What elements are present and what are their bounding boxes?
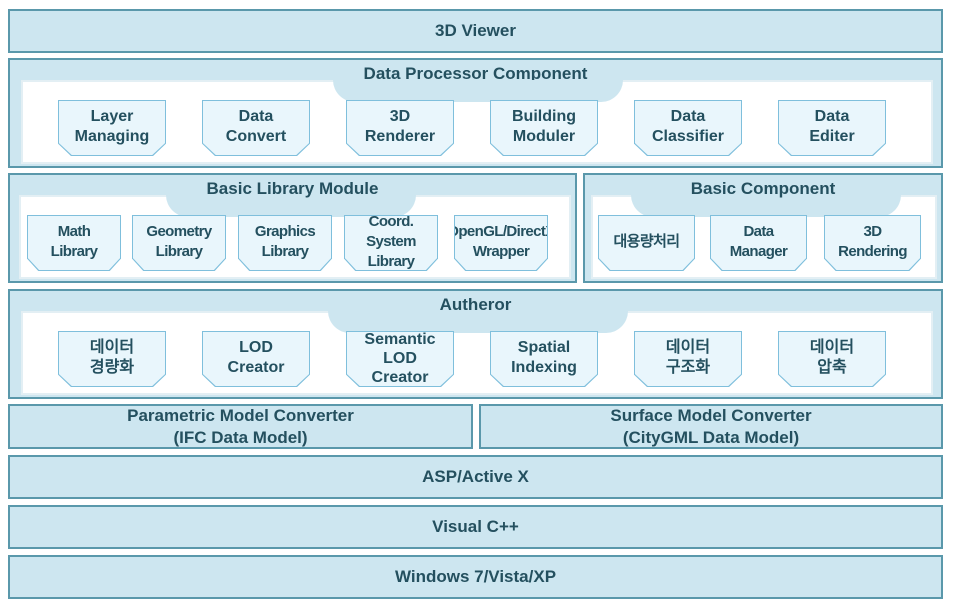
surface-model-converter: Surface Model Converter (CityGML Data Mo…	[479, 404, 943, 449]
component-label: LOD Creator	[203, 332, 309, 386]
data-processor-component: Data Processor Component Layer Managing …	[8, 58, 943, 168]
library-box: OpenGL/DirectX Wrapper	[454, 215, 548, 271]
component-label: Building Moduler	[491, 101, 597, 155]
group-title: Autheror	[439, 295, 512, 314]
component-label: Graphics Library	[239, 216, 331, 270]
component-box: Data Manager	[710, 215, 807, 271]
component-label: Data Editer	[779, 101, 885, 155]
title-tab	[333, 80, 623, 102]
component-label: 데이터 구조화	[635, 332, 741, 386]
library-box: Math Library	[27, 215, 121, 271]
library-box: Coord. System Library	[344, 215, 438, 271]
component-box: 데이터 압축	[778, 331, 886, 387]
component-label: 데이터 경량화	[59, 332, 165, 386]
layer-label: ASP/Active X	[422, 467, 529, 486]
component-label: 대용량처리	[599, 216, 694, 270]
layer-windows: Windows 7/Vista/XP	[8, 555, 943, 599]
component-label: Semantic LOD Creator	[347, 332, 453, 386]
layer-label: Parametric Model Converter	[127, 405, 354, 425]
component-label: OpenGL/DirectX Wrapper	[455, 216, 547, 270]
component-box: 3D Renderer	[346, 100, 454, 156]
basic-library-module: Basic Library Module Math Library Geomet…	[8, 173, 577, 283]
component-label: Coord. System Library	[345, 216, 437, 270]
library-box: Graphics Library	[238, 215, 332, 271]
component-box: Data Classifier	[634, 100, 742, 156]
component-box: 대용량처리	[598, 215, 695, 271]
component-box: 3D Rendering	[824, 215, 921, 271]
component-box: LOD Creator	[202, 331, 310, 387]
component-box: Building Moduler	[490, 100, 598, 156]
basic-component: Basic Component 대용량처리 Data Manager 3D Re…	[583, 173, 943, 283]
component-box: 데이터 경량화	[58, 331, 166, 387]
component-label: Data Convert	[203, 101, 309, 155]
layer-asp-activex: ASP/Active X	[8, 455, 943, 499]
component-label: 데이터 압축	[779, 332, 885, 386]
component-label: 3D Renderer	[347, 101, 453, 155]
component-box: Data Editer	[778, 100, 886, 156]
component-label: Spatial Indexing	[491, 332, 597, 386]
parametric-model-converter: Parametric Model Converter (IFC Data Mod…	[8, 404, 473, 449]
component-box: Spatial Indexing	[490, 331, 598, 387]
library-box: Geometry Library	[132, 215, 226, 271]
component-box: Data Convert	[202, 100, 310, 156]
component-box: 데이터 구조화	[634, 331, 742, 387]
component-label: Math Library	[28, 216, 120, 270]
component-box: Layer Managing	[58, 100, 166, 156]
group-title: Basic Library Module	[206, 179, 379, 198]
layer-3d-viewer: 3D Viewer	[8, 9, 943, 53]
layer-sublabel: (CityGML Data Model)	[622, 427, 800, 447]
component-label: Data Classifier	[635, 101, 741, 155]
layer-label: Windows 7/Vista/XP	[394, 567, 557, 586]
component-label: Layer Managing	[59, 101, 165, 155]
component-label: Geometry Library	[133, 216, 225, 270]
layer-label: Visual C++	[432, 517, 519, 536]
autheror: Autheror 데이터 경량화 LOD Creator Semantic LO…	[8, 289, 943, 399]
component-box: Semantic LOD Creator	[346, 331, 454, 387]
layer-visual-cpp: Visual C++	[8, 505, 943, 549]
component-label: Data Manager	[711, 216, 806, 270]
component-label: 3D Rendering	[825, 216, 920, 270]
group-title: Basic Component	[690, 179, 836, 198]
layer-label: 3D Viewer	[435, 21, 516, 40]
layer-label: Surface Model Converter	[610, 405, 812, 425]
layer-sublabel: (IFC Data Model)	[173, 427, 308, 447]
